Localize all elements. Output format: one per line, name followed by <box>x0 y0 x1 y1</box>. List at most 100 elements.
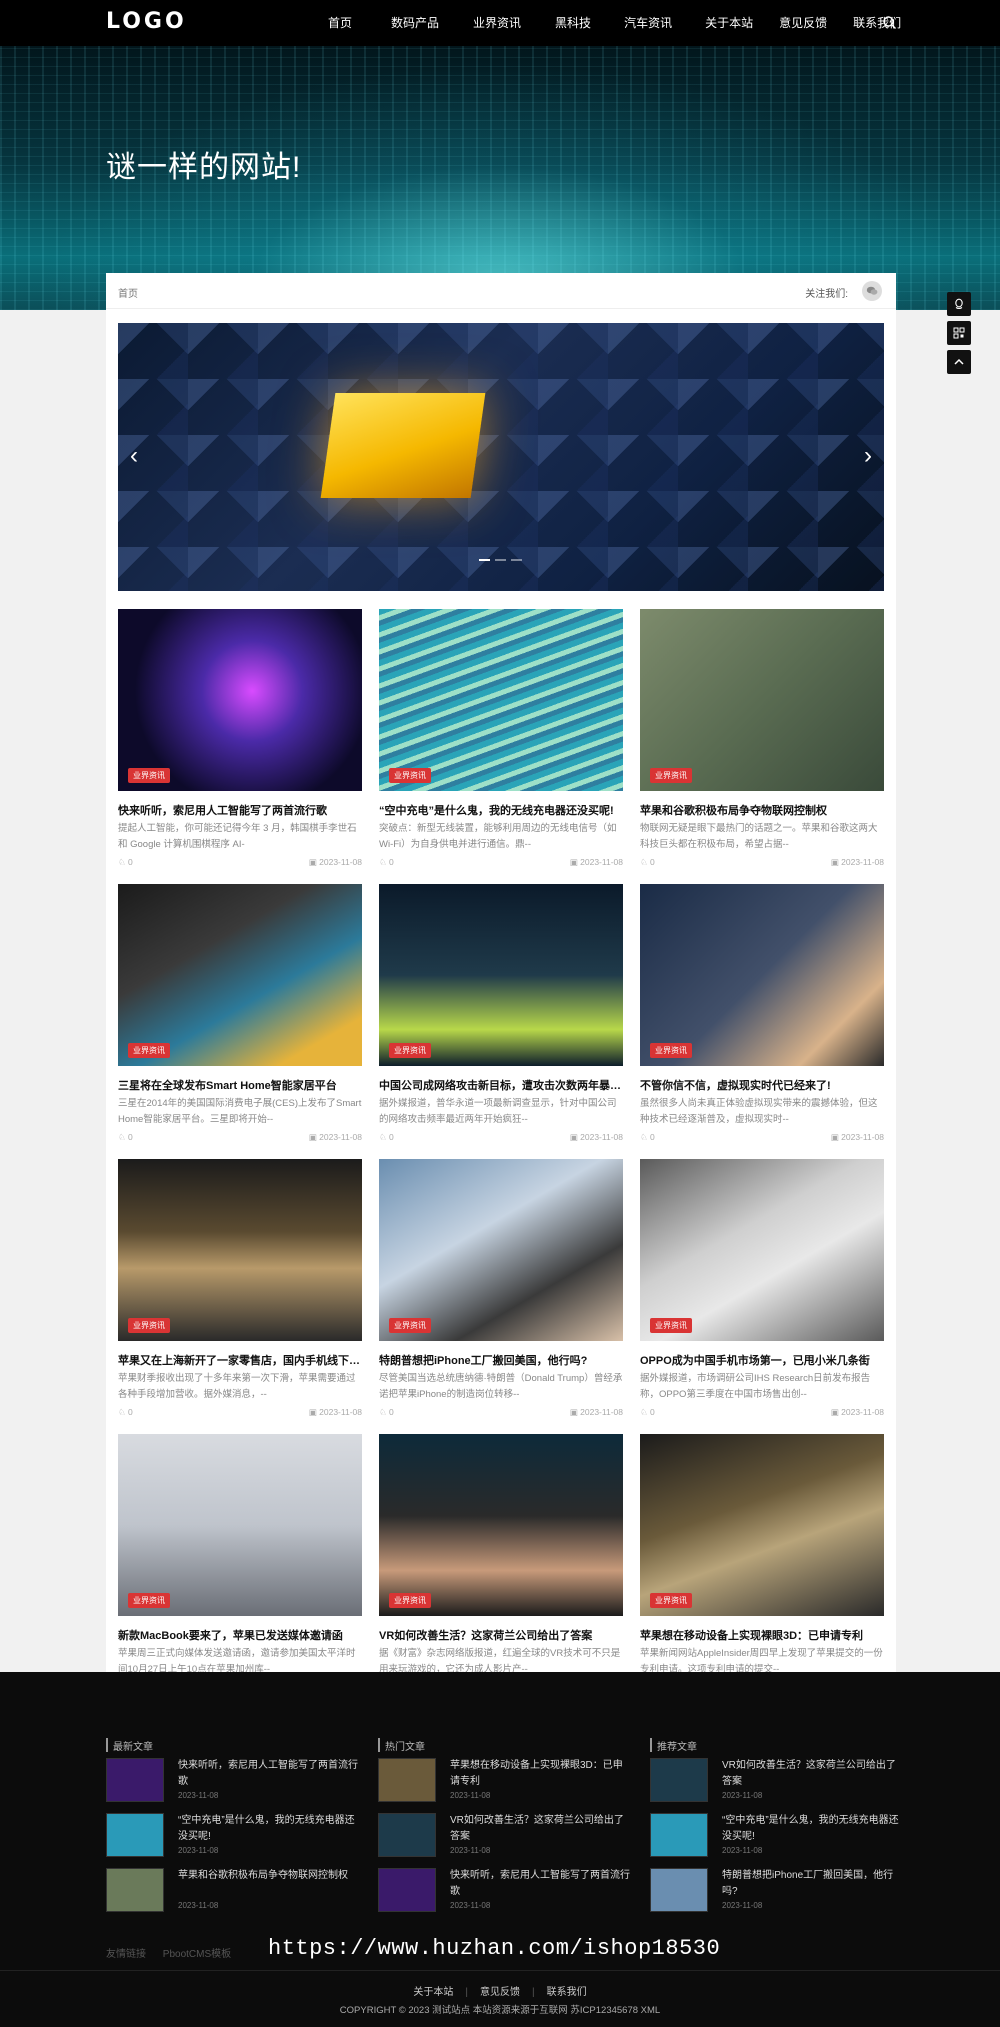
article-thumbnail[interactable]: 业界资讯 <box>379 884 623 1066</box>
footer-post-thumbnail[interactable] <box>106 1813 164 1857</box>
site-logo[interactable]: LOGO <box>106 9 187 34</box>
qrcode-icon[interactable] <box>947 321 971 345</box>
article-thumbnail[interactable]: 业界资讯 <box>118 884 362 1066</box>
article-title[interactable]: 新款MacBook要来了，苹果已发送媒体邀请函 <box>118 1627 362 1643</box>
footer-post[interactable]: 特朗普想把iPhone工厂搬回美国，他行吗? 2023-11-08 <box>650 1868 910 1914</box>
footer-post-title[interactable]: 苹果想在移动设备上实现裸眼3D：已申请专利 <box>450 1758 630 1790</box>
category-badge[interactable]: 业界资讯 <box>650 1593 692 1608</box>
article-thumbnail[interactable]: 业界资讯 <box>118 1159 362 1341</box>
category-badge[interactable]: 业界资讯 <box>650 1318 692 1333</box>
article-thumbnail[interactable]: 业界资讯 <box>379 609 623 791</box>
article-card[interactable]: 业界资讯 中国公司成网络攻击新目标，遭攻击次数两年暴增... 据外媒报道，普华永道一… <box>379 884 623 1146</box>
article-card[interactable]: 业界资讯 苹果又在上海新开了一家零售店，国内手机线下争... 苹果财季报收出现了十多… <box>118 1159 362 1421</box>
footer-post-title[interactable]: 苹果和谷歌积极布局争夺物联网控制权 <box>178 1868 358 1884</box>
slider-next-icon[interactable]: › <box>858 441 878 471</box>
slider-dot[interactable] <box>495 559 506 561</box>
friend-link[interactable]: PbootCMS模板 <box>163 1949 231 1960</box>
article-title[interactable]: 中国公司成网络攻击新目标，遭攻击次数两年暴增... <box>379 1077 623 1093</box>
article-title[interactable]: “空中充电”是什么鬼，我的无线充电器还没买呢! <box>379 802 623 818</box>
category-badge[interactable]: 业界资讯 <box>389 1043 431 1058</box>
footer-post-title[interactable]: 特朗普想把iPhone工厂搬回美国，他行吗? <box>722 1868 902 1900</box>
article-card[interactable]: 业界资讯 新款MacBook要来了，苹果已发送媒体邀请函 苹果周三正式向媒体发送邀请… <box>118 1434 362 1696</box>
footer-post-title[interactable]: VR如何改善生活？这家荷兰公司给出了答案 <box>722 1758 902 1790</box>
category-badge[interactable]: 业界资讯 <box>128 768 170 783</box>
nav-home[interactable]: 首页 <box>328 0 352 46</box>
nav-feedback[interactable]: 意见反馈 <box>779 0 827 46</box>
search-icon[interactable] <box>882 15 897 30</box>
article-card[interactable]: 业界资讯 快来听听，索尼用人工智能写了两首流行歌 提起人工智能，你可能还记得今年 3… <box>118 609 362 871</box>
footer-post-thumbnail[interactable] <box>650 1758 708 1802</box>
nav-black-tech[interactable]: 黑科技 <box>555 0 591 46</box>
footer-post[interactable]: “空中充电”是什么鬼，我的无线充电器还没买呢! 2023-11-08 <box>650 1813 910 1859</box>
footer-post-title[interactable]: 快来听听，索尼用人工智能写了两首流行歌 <box>450 1868 630 1900</box>
category-badge[interactable]: 业界资讯 <box>650 768 692 783</box>
article-thumbnail[interactable]: 业界资讯 <box>118 609 362 791</box>
category-badge[interactable]: 业界资讯 <box>389 1593 431 1608</box>
footer-post-thumbnail[interactable] <box>378 1868 436 1912</box>
category-badge[interactable]: 业界资讯 <box>650 1043 692 1058</box>
article-title[interactable]: OPPO成为中国手机市场第一，已甩小米几条街 <box>640 1352 884 1368</box>
nav-digital-products[interactable]: 数码产品 <box>391 0 439 46</box>
footer-post-title[interactable]: 快来听听，索尼用人工智能写了两首流行歌 <box>178 1758 358 1790</box>
qq-icon[interactable] <box>947 292 971 316</box>
footer-post-thumbnail[interactable] <box>106 1868 164 1912</box>
breadcrumb-home[interactable]: 首页 <box>118 285 138 300</box>
article-title[interactable]: 不管你信不信，虚拟现实时代已经来了! <box>640 1077 884 1093</box>
nav-about[interactable]: 关于本站 <box>705 0 753 46</box>
category-badge[interactable]: 业界资讯 <box>128 1043 170 1058</box>
footer-post-title[interactable]: “空中充电”是什么鬼，我的无线充电器还没买呢! <box>722 1813 902 1845</box>
article-card[interactable]: 业界资讯 OPPO成为中国手机市场第一，已甩小米几条街 据外媒报道，市场调研公司IH… <box>640 1159 884 1421</box>
wechat-icon[interactable] <box>862 281 882 301</box>
footer-post-thumbnail[interactable] <box>106 1758 164 1802</box>
slider-dot[interactable] <box>511 559 522 561</box>
back-to-top-icon[interactable] <box>947 350 971 374</box>
footer-nav-feedback[interactable]: 意见反馈 <box>480 1987 520 1998</box>
footer-post-title[interactable]: “空中充电”是什么鬼，我的无线充电器还没买呢! <box>178 1813 358 1845</box>
slider-dot[interactable] <box>479 559 490 561</box>
nav-industry-news[interactable]: 业界资讯 <box>473 0 521 46</box>
article-card[interactable]: 业界资讯 “空中充电”是什么鬼，我的无线充电器还没买呢! 突破点：新型无线装置，能够… <box>379 609 623 871</box>
article-title[interactable]: 快来听听，索尼用人工智能写了两首流行歌 <box>118 802 362 818</box>
article-card[interactable]: 业界资讯 特朗普想把iPhone工厂搬回美国，他行吗? 尽管美国当选总统唐纳德·特朗… <box>379 1159 623 1421</box>
article-title[interactable]: 特朗普想把iPhone工厂搬回美国，他行吗? <box>379 1352 623 1368</box>
footer-post[interactable]: “空中充电”是什么鬼，我的无线充电器还没买呢! 2023-11-08 <box>106 1813 366 1859</box>
footer-post-thumbnail[interactable] <box>378 1758 436 1802</box>
article-title[interactable]: 苹果想在移动设备上实现裸眼3D：已申请专利 <box>640 1627 884 1643</box>
slider-prev-icon[interactable]: ‹ <box>124 441 144 471</box>
image-slider[interactable]: ‹ › <box>118 323 884 591</box>
footer-nav-about[interactable]: 关于本站 <box>413 1987 453 1998</box>
category-badge[interactable]: 业界资讯 <box>389 768 431 783</box>
article-thumbnail[interactable]: 业界资讯 <box>640 609 884 791</box>
footer-post-thumbnail[interactable] <box>650 1868 708 1912</box>
article-card[interactable]: 业界资讯 苹果想在移动设备上实现裸眼3D：已申请专利 苹果新闻网站AppleInsi… <box>640 1434 884 1696</box>
article-card[interactable]: 业界资讯 VR如何改善生活？这家荷兰公司给出了答案 据《财富》杂志网络版报道，红遍全… <box>379 1434 623 1696</box>
article-card[interactable]: 业界资讯 不管你信不信，虚拟现实时代已经来了! 虽然很多人尚未真正体验虚拟现实带来的… <box>640 884 884 1146</box>
category-badge[interactable]: 业界资讯 <box>128 1593 170 1608</box>
article-thumbnail[interactable]: 业界资讯 <box>640 884 884 1066</box>
article-title[interactable]: VR如何改善生活？这家荷兰公司给出了答案 <box>379 1627 623 1643</box>
footer-post[interactable]: 苹果和谷歌积极布局争夺物联网控制权 2023-11-08 <box>106 1868 366 1914</box>
footer-post[interactable]: VR如何改善生活？这家荷兰公司给出了答案 2023-11-08 <box>378 1813 638 1859</box>
footer-nav-contact[interactable]: 联系我们 <box>547 1987 587 1998</box>
footer-post-thumbnail[interactable] <box>378 1813 436 1857</box>
footer-post-title[interactable]: VR如何改善生活？这家荷兰公司给出了答案 <box>450 1813 630 1845</box>
footer-post[interactable]: 快来听听，索尼用人工智能写了两首流行歌 2023-11-08 <box>106 1758 366 1804</box>
article-title[interactable]: 苹果又在上海新开了一家零售店，国内手机线下争... <box>118 1352 362 1368</box>
article-title[interactable]: 三星将在全球发布Smart Home智能家居平台 <box>118 1077 362 1093</box>
footer-post-thumbnail[interactable] <box>650 1813 708 1857</box>
article-thumbnail[interactable]: 业界资讯 <box>118 1434 362 1616</box>
article-summary: 三星在2014年的美国国际消费电子展(CES)上发布了Smart Home智能家… <box>118 1098 362 1125</box>
article-thumbnail[interactable]: 业界资讯 <box>379 1159 623 1341</box>
footer-post[interactable]: 快来听听，索尼用人工智能写了两首流行歌 2023-11-08 <box>378 1868 638 1914</box>
nav-auto-news[interactable]: 汽车资讯 <box>624 0 672 46</box>
article-thumbnail[interactable]: 业界资讯 <box>640 1434 884 1616</box>
footer-post[interactable]: 苹果想在移动设备上实现裸眼3D：已申请专利 2023-11-08 <box>378 1758 638 1804</box>
article-card[interactable]: 业界资讯三星将在全球发布Smart Home智能家居平台三星在2014年的美国国… <box>118 884 362 1146</box>
category-badge[interactable]: 业界资讯 <box>128 1318 170 1333</box>
article-thumbnail[interactable]: 业界资讯 <box>640 1159 884 1341</box>
category-badge[interactable]: 业界资讯 <box>389 1318 431 1333</box>
footer-post[interactable]: VR如何改善生活？这家荷兰公司给出了答案 2023-11-08 <box>650 1758 910 1804</box>
article-card[interactable]: 业界资讯 苹果和谷歌积极布局争夺物联网控制权 物联网无疑是眼下最热门的话题之一。苹果… <box>640 609 884 871</box>
article-title[interactable]: 苹果和谷歌积极布局争夺物联网控制权 <box>640 802 884 818</box>
article-thumbnail[interactable]: 业界资讯 <box>379 1434 623 1616</box>
